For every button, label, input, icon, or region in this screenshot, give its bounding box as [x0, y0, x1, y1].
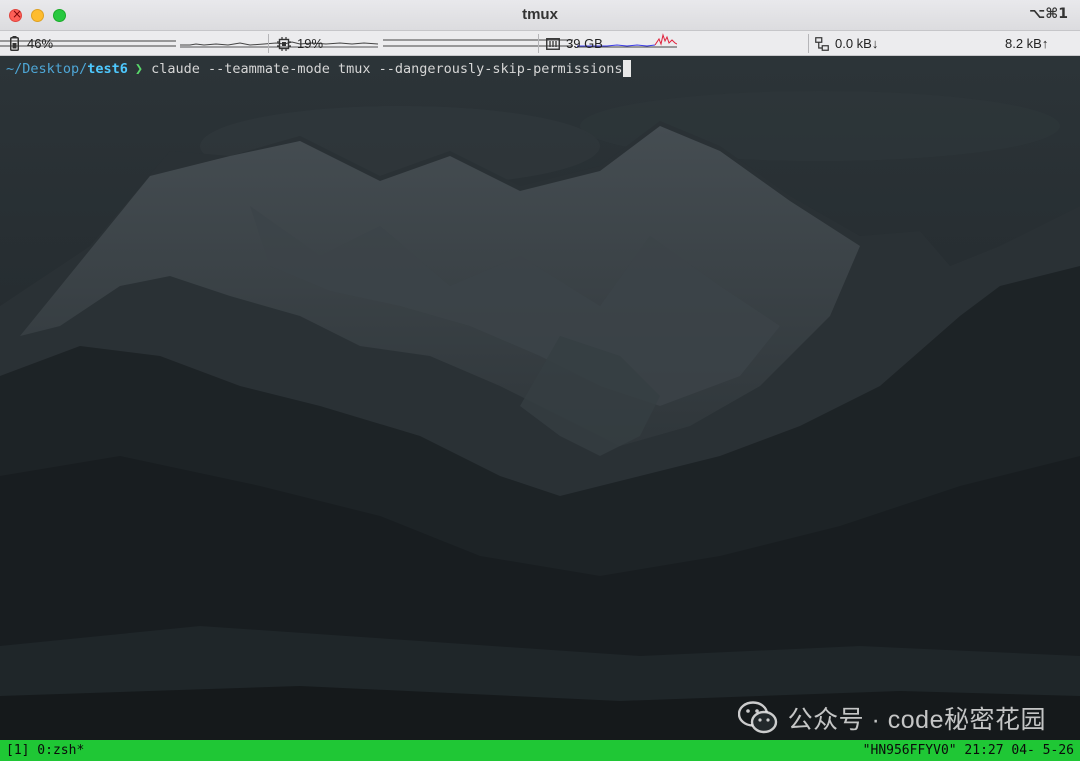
prompt-path-leaf: test6: [87, 60, 128, 77]
tmux-window-list[interactable]: [1] 0:zsh*: [6, 743, 84, 758]
cpu-icon: [277, 36, 291, 51]
network-icon: [815, 36, 829, 51]
wechat-icon: [737, 701, 777, 734]
window-titlebar: tmux ⌥⌘1: [0, 0, 1080, 31]
status-divider: [538, 34, 539, 53]
cpu-component[interactable]: 19%: [277, 31, 323, 56]
status-divider: [268, 34, 269, 53]
window-shortcut: ⌥⌘1: [1029, 6, 1068, 22]
iterm-status-bar: 46% 19% 39 GB 0.0 kB↓ 8.2 kB↑: [0, 31, 1080, 56]
watermark: 公众号 · code秘密花园: [737, 700, 1046, 736]
watermark-text: 公众号 · code秘密花园: [787, 706, 1046, 734]
prompt-arrow-icon: ❯: [134, 60, 144, 77]
battery-icon: [10, 36, 19, 51]
text-cursor: [623, 60, 632, 77]
terminal-pane[interactable]: ~/Desktop/test6 ❯ claude --teammate-mode t…: [0, 56, 1080, 740]
window-title: tmux: [522, 6, 558, 23]
network-up-component[interactable]: 8.2 kB↑: [1005, 31, 1048, 56]
memory-component[interactable]: 39 GB: [546, 31, 603, 56]
battery-component[interactable]: 46%: [10, 31, 53, 56]
memory-value: 39 GB: [566, 36, 603, 51]
memory-icon: [546, 37, 560, 50]
memory-graph: [382, 39, 573, 47]
network-up-value: 8.2 kB↑: [1005, 36, 1049, 51]
battery-value: 46%: [27, 36, 54, 51]
mountain-background-image: [0, 56, 1080, 740]
tmux-status-bar: [1] 0:zsh* "HN956FFYV0" 21:27 04- 5-26: [0, 740, 1080, 761]
prompt-path-prefix: ~/Desktop/: [6, 60, 88, 77]
cpu-value: 19%: [297, 36, 324, 51]
command-input[interactable]: claude --teammate-mode tmux --dangerousl…: [151, 61, 622, 77]
network-component[interactable]: 0.0 kB↓: [815, 31, 878, 56]
shell-prompt-line[interactable]: ~/Desktop/test6 ❯ claude --teammate-mode t…: [6, 60, 632, 77]
tmux-status-right: "HN956FFYV0" 21:27 04- 5-26: [862, 743, 1074, 758]
network-down-value: 0.0 kB↓: [835, 36, 879, 51]
status-divider: [808, 34, 809, 53]
